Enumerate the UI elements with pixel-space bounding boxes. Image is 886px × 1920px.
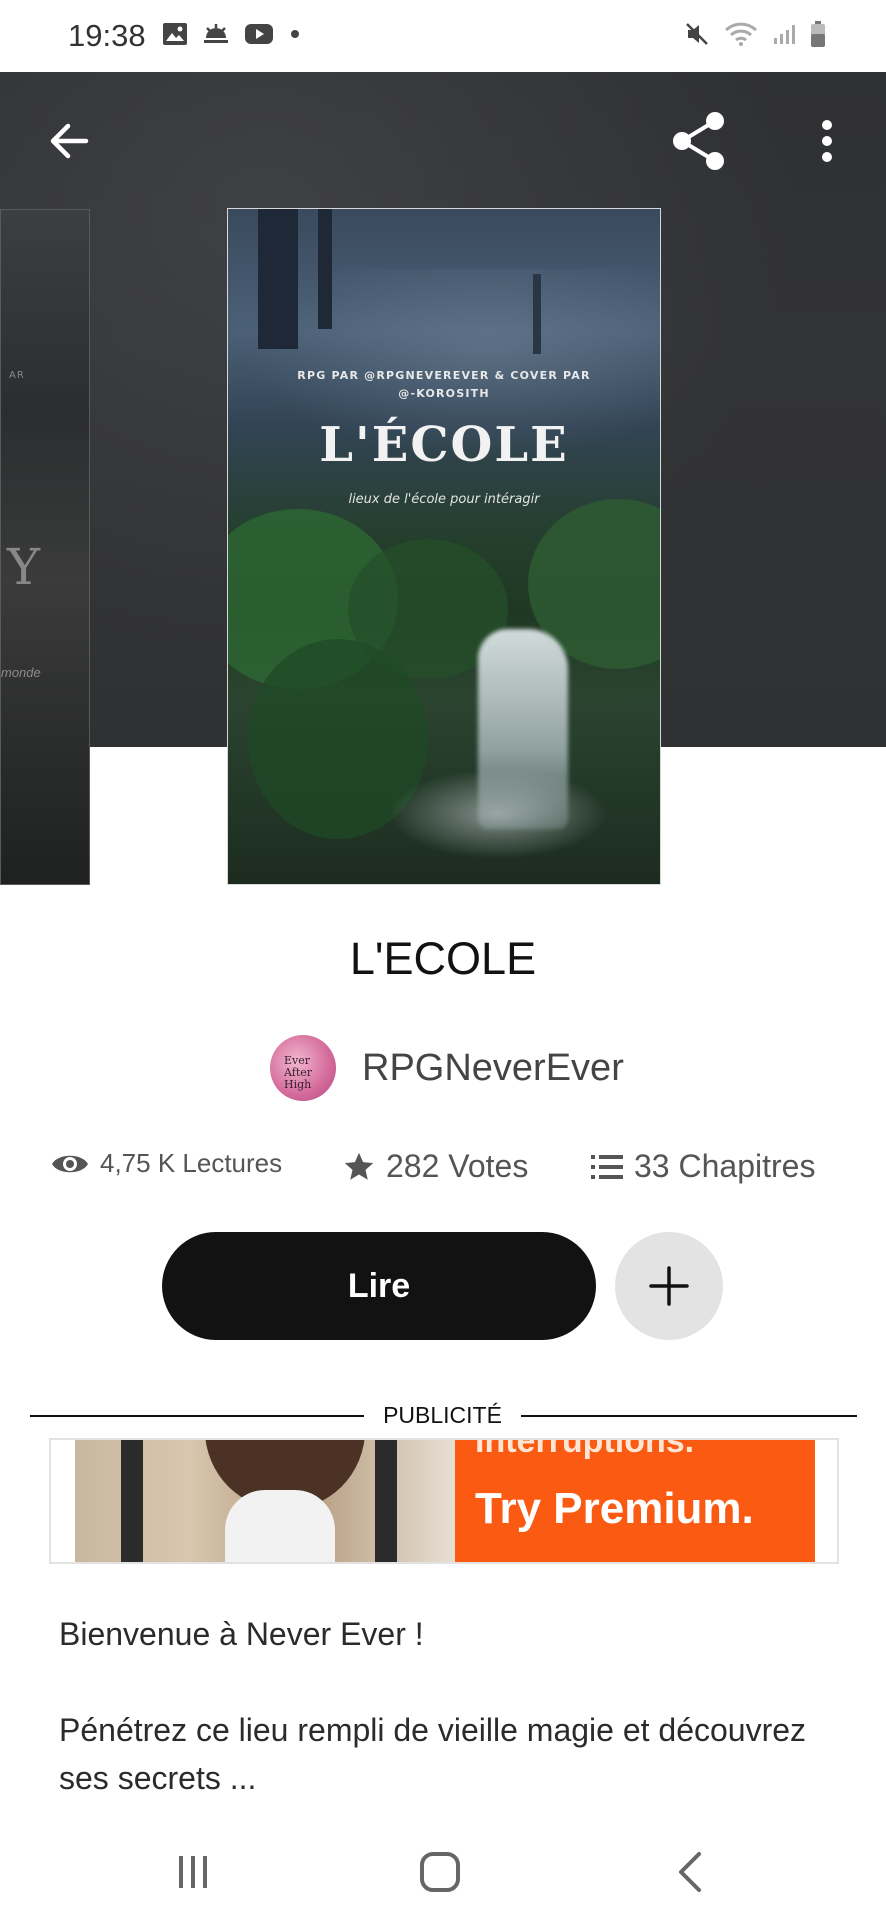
ad-photo-strap xyxy=(375,1440,397,1562)
side-cover-letter: Y xyxy=(7,538,41,596)
cover-tower xyxy=(258,209,298,349)
system-nav-bar xyxy=(0,1820,886,1920)
author-link[interactable]: Ever After High RPGNeverEver xyxy=(270,1028,624,1108)
cover-title: L'ÉCOLE xyxy=(319,417,569,473)
cover-tower xyxy=(318,209,332,329)
story-description: Bienvenue à Never Ever ! Pénétrez ce lie… xyxy=(59,1610,839,1802)
side-cover-subtext: monde xyxy=(1,665,41,680)
eye-icon xyxy=(52,1155,88,1172)
more-vertical-icon xyxy=(822,120,832,162)
avatar: Ever After High xyxy=(270,1035,336,1101)
back-nav-button[interactable] xyxy=(655,1842,725,1902)
story-stats: 4,75 K Lectures 282 Votes 33 Chapitres xyxy=(50,1148,850,1198)
avatar-logo-text: Ever After High xyxy=(284,1054,313,1091)
ad-photo-strap xyxy=(121,1440,143,1562)
home-button[interactable] xyxy=(405,1842,475,1902)
cover-mist-bottom xyxy=(388,769,608,859)
cover-tower xyxy=(533,274,541,354)
ad-topline: Interruptions. xyxy=(475,1440,695,1460)
ad-divider xyxy=(30,1415,364,1417)
description-line: Pénétrez ce lieu rempli de vieille magie… xyxy=(59,1712,807,1796)
previous-story-cover[interactable]: AR Y monde xyxy=(0,209,90,885)
ad-photo xyxy=(75,1440,455,1562)
youtube-icon xyxy=(245,24,273,44)
story-cover[interactable]: RPG PAR @RPGNEVEREVER & COVER PAR @-KORO… xyxy=(227,208,661,885)
battery-icon xyxy=(811,21,825,47)
weather-icon xyxy=(204,24,228,43)
star-icon xyxy=(344,1152,374,1180)
votes-count: 282 Votes xyxy=(386,1148,529,1184)
arrow-left-icon xyxy=(50,123,89,159)
list-icon xyxy=(591,1154,623,1179)
reads-count: 4,75 K Lectures xyxy=(100,1148,283,1178)
chapters-stat[interactable]: 33 Chapitres xyxy=(590,1148,815,1185)
share-icon xyxy=(673,112,724,170)
cover-subtitle: lieux de l'école pour intéragir xyxy=(348,492,540,507)
add-to-library-button[interactable] xyxy=(615,1232,723,1340)
ad-cta: Try Premium. xyxy=(475,1484,754,1533)
recents-button[interactable] xyxy=(158,1842,228,1902)
plus-icon xyxy=(649,1266,689,1306)
mute-icon xyxy=(686,23,708,45)
status-left-icons xyxy=(162,22,302,46)
back-chevron-icon xyxy=(679,1852,701,1892)
back-button[interactable] xyxy=(34,106,104,176)
cover-credit-line1: RPG PAR @RPGNEVEREVER & COVER PAR xyxy=(297,369,591,382)
status-right-icons xyxy=(684,20,826,48)
ad-banner[interactable]: Interruptions. Try Premium. xyxy=(49,1438,839,1564)
share-button[interactable] xyxy=(664,106,734,176)
more-menu-button[interactable] xyxy=(792,106,862,176)
wifi-icon xyxy=(724,22,758,46)
ad-content: Interruptions. Try Premium. xyxy=(75,1440,815,1562)
votes-stat: 282 Votes xyxy=(342,1148,528,1185)
dot-icon xyxy=(291,30,299,38)
description-line: Bienvenue à Never Ever ! xyxy=(59,1616,424,1652)
author-name: RPGNeverEver xyxy=(362,1046,624,1089)
read-button[interactable]: Lire xyxy=(162,1232,596,1340)
chapters-count: 33 Chapitres xyxy=(634,1148,816,1184)
home-icon xyxy=(420,1852,460,1892)
recents-icon xyxy=(179,1856,207,1888)
ad-photo-shirt xyxy=(225,1490,335,1562)
ad-label: PUBLICITÉ xyxy=(383,1402,502,1428)
status-bar: 19:38 xyxy=(0,0,886,72)
reads-stat: 4,75 K Lectures xyxy=(50,1148,282,1179)
signal-icon xyxy=(774,25,795,44)
side-cover-text: AR xyxy=(9,370,25,381)
story-title: L'ECOLE xyxy=(349,933,537,984)
cover-credit: RPG PAR @RPGNEVEREVER & COVER PAR @-KORO… xyxy=(228,367,660,403)
status-time: 19:38 xyxy=(68,18,146,53)
ad-divider xyxy=(521,1415,857,1417)
gallery-icon xyxy=(163,23,187,45)
cover-credit-line2: @-KOROSITH xyxy=(398,387,490,400)
